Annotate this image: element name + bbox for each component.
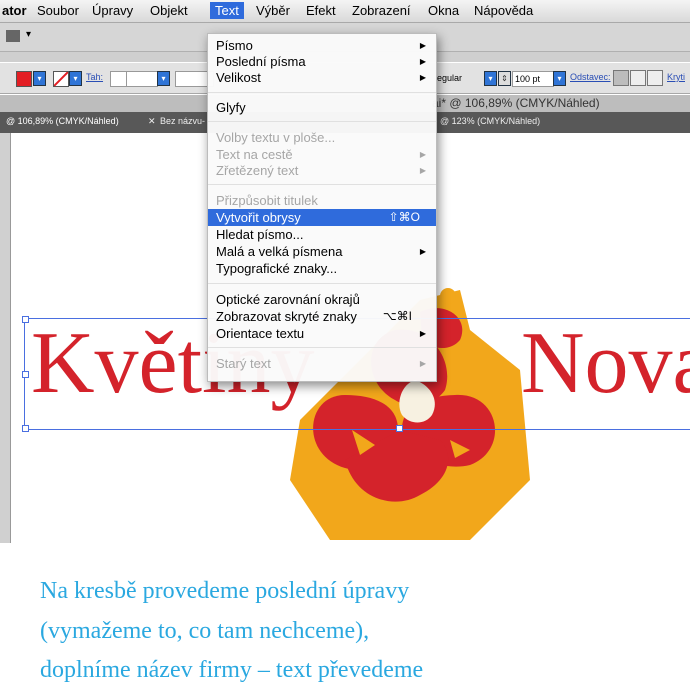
document-title: ai* @ 106,89% (CMYK/Náhled) (432, 96, 600, 110)
menu-item-mala-a-velka[interactable]: Malá a velká písmena ▶ (208, 243, 436, 260)
selection-handle[interactable] (396, 425, 403, 432)
stroke-dropdown[interactable]: ▾ (69, 71, 82, 86)
submenu-arrow-icon: ▶ (419, 73, 426, 82)
menu-app[interactable]: ator (2, 3, 27, 18)
menu-item-velikost[interactable]: Velikost ▶ (208, 69, 436, 86)
submenu-arrow-icon: ▶ (419, 359, 426, 368)
stroke-weight-dropdown[interactable]: ▾ (157, 71, 170, 86)
tab-third[interactable]: @ 123% (CMYK/Náhled) (440, 116, 540, 126)
align-right-icon[interactable] (647, 70, 663, 86)
caption-line-3: doplníme název firmy – text převedeme (40, 657, 424, 683)
menu-bar: ator Soubor Úpravy Objekt Text Výběr Efe… (0, 0, 690, 23)
font-size-field[interactable]: 100 pt (512, 71, 554, 87)
menu-item-zobrazovat-skryte-znaky[interactable]: Zobrazovat skryté znaky ⌥⌘I (208, 308, 436, 325)
no-stroke-icon (54, 72, 68, 86)
stroke-label[interactable]: Tah: (86, 72, 103, 82)
shortcut-label: ⇧⌘O (388, 210, 420, 224)
submenu-arrow-icon: ▶ (419, 247, 426, 256)
font-style-field[interactable]: egular (435, 71, 477, 85)
menu-okna[interactable]: Okna (428, 3, 459, 18)
submenu-arrow-icon: ▶ (419, 41, 426, 50)
workspace-icon[interactable] (6, 30, 20, 42)
menu-separator (208, 121, 436, 122)
font-style-dropdown[interactable]: ▾ (484, 71, 497, 86)
stroke-weight-field[interactable] (126, 71, 158, 87)
chevron-down-icon[interactable]: ▾ (26, 29, 31, 40)
stroke-swatch[interactable] (53, 71, 69, 87)
menu-upravy[interactable]: Úpravy (92, 3, 133, 18)
menu-item-volby-textu[interactable]: Volby textu v ploše... (208, 129, 436, 146)
submenu-arrow-icon: ▶ (419, 166, 426, 175)
menu-item-stary-text[interactable]: Starý text ▶ (208, 355, 436, 372)
menu-efekt[interactable]: Efekt (306, 3, 336, 18)
tools-panel-edge (0, 133, 11, 543)
menu-item-zretezeny-text[interactable]: Zřetězený text ▶ (208, 162, 436, 179)
submenu-arrow-icon: ▶ (419, 150, 426, 159)
close-icon[interactable]: ✕ (148, 116, 156, 127)
caption-line-2: (vymažeme to, co tam nechceme), (40, 618, 370, 644)
menu-separator (208, 347, 436, 348)
menu-separator (208, 283, 436, 284)
opacity-link[interactable]: Kryti (667, 72, 685, 82)
menu-text[interactable]: Text (210, 2, 244, 19)
menu-item-hledat-pismo[interactable]: Hledat písmo... (208, 226, 436, 243)
menu-vyber[interactable]: Výběr (256, 3, 290, 18)
menu-item-typograficke-znaky[interactable]: Typografické znaky... (208, 260, 436, 277)
selection-handle[interactable] (22, 316, 29, 323)
submenu-arrow-icon: ▶ (419, 57, 426, 66)
menu-napoveda[interactable]: Nápověda (474, 3, 533, 18)
menu-item-prizpusobit-titulek[interactable]: Přizpůsobit titulek (208, 192, 436, 209)
shortcut-label: ⌥⌘I (382, 309, 412, 323)
menu-item-pismo[interactable]: Písmo ▶ (208, 37, 436, 54)
menu-item-vytvorit-obrysy[interactable]: Vytvořit obrysy ⇧⌘O (208, 209, 436, 226)
menu-objekt[interactable]: Objekt (150, 3, 188, 18)
selection-handle[interactable] (22, 371, 29, 378)
fill-swatch[interactable] (16, 71, 32, 87)
menu-soubor[interactable]: Soubor (37, 3, 79, 18)
menu-item-posledni-pisma[interactable]: Poslední písma ▶ (208, 53, 436, 70)
submenu-arrow-icon: ▶ (419, 329, 426, 338)
font-size-dropdown[interactable]: ▾ (553, 71, 566, 86)
fill-dropdown[interactable]: ▾ (33, 71, 46, 86)
menu-separator (208, 184, 436, 185)
menu-item-orientace-textu[interactable]: Orientace textu ▶ (208, 325, 436, 342)
text-menu-dropdown: Písmo ▶ Poslední písma ▶ Velikost ▶ Glyfy V… (207, 33, 437, 382)
align-left-icon[interactable] (613, 70, 629, 86)
menu-item-opticke-zarovnani[interactable]: Optické zarovnání okrajů (208, 291, 436, 308)
tab-untitled[interactable]: Bez názvu- (160, 116, 205, 126)
menu-zobrazeni[interactable]: Zobrazení (352, 3, 411, 18)
tab-active[interactable]: @ 106,89% (CMYK/Náhled) (6, 116, 119, 126)
selection-handle[interactable] (22, 425, 29, 432)
menu-separator (208, 92, 436, 93)
menu-item-glyfy[interactable]: Glyfy (208, 99, 436, 116)
caption-line-1: Na kresbě provedeme poslední úpravy (40, 578, 410, 604)
font-size-stepper[interactable]: ⇕ (498, 71, 511, 86)
menu-item-text-na-ceste[interactable]: Text na cestě ▶ (208, 146, 436, 163)
align-center-icon[interactable] (630, 70, 646, 86)
paragraph-link[interactable]: Odstavec: (570, 72, 611, 82)
